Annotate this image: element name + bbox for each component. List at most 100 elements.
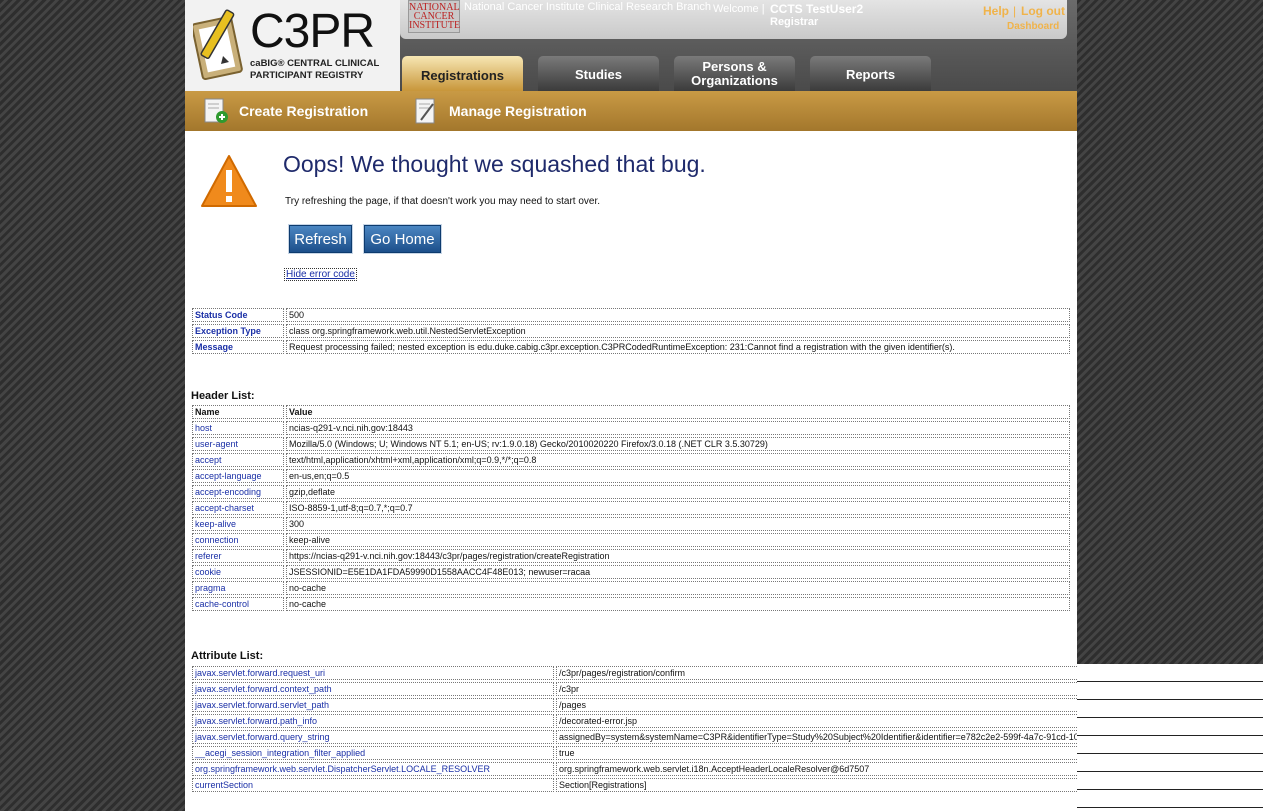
header-value: JSESSIONID=E5E1DA1FDA59990D1558AACC4F48E… [286, 565, 1070, 579]
header-list-title: Header List: [191, 390, 255, 402]
link-separator: | [1013, 4, 1017, 18]
tab-label: Registrations [420, 68, 505, 83]
tab-label-line2: Organizations [691, 73, 778, 88]
go-home-button[interactable]: Go Home [364, 225, 441, 253]
error-description: Try refreshing the page, if that doesn't… [285, 196, 601, 207]
app-window: C3PR caBIG® CENTRAL CLINICAL PARTICIPANT… [185, 0, 1261, 811]
status-code-label: Status Code [192, 308, 284, 322]
tab-reports[interactable]: Reports [810, 56, 931, 91]
name-column-header: Name [192, 405, 284, 419]
tab-registrations[interactable]: Registrations [402, 56, 523, 91]
header-name: pragma [192, 581, 284, 595]
header-value: https://ncias-q291-v.nci.nih.gov:18443/c… [286, 549, 1070, 563]
header-value: Mozilla/5.0 (Windows; U; Windows NT 5.1;… [286, 437, 1070, 451]
table-row: pragma no-cache [192, 581, 1070, 595]
exception-type-label: Exception Type [192, 324, 284, 338]
info-bar: NATIONAL CANCER INSTITUTE National Cance… [400, 0, 1067, 39]
message-value: Request processing failed; nested except… [286, 340, 1070, 354]
header-name: cookie [192, 565, 284, 579]
table-row: accept-language en-us,en;q=0.5 [192, 469, 1070, 483]
error-title: Oops! We thought we squashed that bug. [283, 151, 706, 177]
logo-title: C3PR [250, 5, 375, 58]
table-row: cookie JSESSIONID=E5E1DA1FDA59990D1558AAC… [192, 565, 1070, 579]
create-registration-link[interactable]: Create Registration [203, 91, 368, 131]
header-value: 300 [286, 517, 1070, 531]
header-value: ISO-8859-1,utf-8;q=0.7,*;q=0.7 [286, 501, 1070, 515]
manage-registration-link[interactable]: Manage Registration [413, 91, 587, 131]
header-value: keep-alive [286, 533, 1070, 547]
top-header: C3PR caBIG® CENTRAL CLINICAL PARTICIPANT… [185, 0, 1077, 91]
header-value: no-cache [286, 581, 1070, 595]
table-row: cache-control no-cache [192, 597, 1070, 611]
attribute-list-title: Attribute List: [191, 650, 264, 662]
manage-registration-label: Manage Registration [449, 103, 587, 119]
table-row: Message Request processing failed; neste… [192, 340, 1070, 354]
header-name: cache-control [192, 597, 284, 611]
header-value: en-us,en;q=0.5 [286, 469, 1070, 483]
header-value: gzip,deflate [286, 485, 1070, 499]
attribute-name: currentSection [192, 778, 554, 792]
logo-subtitle-line1: caBIG® CENTRAL CLINICAL [250, 58, 380, 69]
table-row: keep-alive 300 [192, 517, 1070, 531]
dashboard-link[interactable]: Dashboard [1007, 21, 1059, 32]
header-name: host [192, 421, 284, 435]
hide-error-code-link[interactable]: Hide error code [284, 268, 357, 281]
header-name: accept [192, 453, 284, 467]
warning-icon [201, 155, 257, 207]
table-header-row: Name Value [192, 405, 1070, 419]
error-details-table: Status Code 500 Exception Type class org… [190, 306, 1072, 356]
attribute-name: javax.servlet.forward.path_info [192, 714, 554, 728]
attribute-name: javax.servlet.forward.query_string [192, 730, 554, 744]
table-row: accept text/html,application/xhtml+xml,ap… [192, 453, 1070, 467]
attribute-name: javax.servlet.forward.context_path [192, 682, 554, 696]
table-row: user-agent Mozilla/5.0 (Windows; U; Windo… [192, 437, 1070, 451]
help-link[interactable]: Help [983, 4, 1009, 18]
table-overflow-strip [1077, 664, 1263, 811]
user-role: Registrar [770, 16, 819, 28]
user-name: CCTS TestUser2 [770, 2, 864, 16]
welcome-label: Welcome | [713, 3, 765, 15]
header-name: connection [192, 533, 284, 547]
sub-navigation: Create Registration Manage Registration [185, 91, 1077, 131]
tab-label: Reports [845, 67, 896, 82]
refresh-button[interactable]: Refresh [289, 225, 352, 253]
header-name: accept-charset [192, 501, 284, 515]
header-value: ncias-q291-v.nci.nih.gov:18443 [286, 421, 1070, 435]
nci-logo[interactable]: NATIONAL CANCER INSTITUTE [408, 0, 460, 33]
table-row: Exception Type class org.springframework… [192, 324, 1070, 338]
header-value: no-cache [286, 597, 1070, 611]
table-row: host ncias-q291-v.nci.nih.gov:18443 [192, 421, 1070, 435]
status-code-value: 500 [286, 308, 1070, 322]
tab-label: Studies [575, 67, 622, 82]
clipboard-pen-icon [193, 9, 243, 80]
add-document-icon [204, 98, 228, 123]
header-name: accept-language [192, 469, 284, 483]
message-label: Message [192, 340, 284, 354]
nci-branch-label: National Cancer Institute Clinical Resea… [464, 1, 712, 13]
table-row: referer https://ncias-q291-v.nci.nih.gov:… [192, 549, 1070, 563]
c3pr-logo[interactable]: C3PR caBIG® CENTRAL CLINICAL PARTICIPANT… [185, 0, 400, 91]
tab-label-line1: Persons & [702, 59, 767, 74]
header-value: text/html,application/xhtml+xml,applicat… [286, 453, 1070, 467]
table-row: accept-encoding gzip,deflate [192, 485, 1070, 499]
create-registration-label: Create Registration [239, 103, 369, 119]
attribute-name: javax.servlet.forward.servlet_path [192, 698, 554, 712]
table-row: Status Code 500 [192, 308, 1070, 322]
exception-type-value: class org.springframework.web.util.Neste… [286, 324, 1070, 338]
header-name: accept-encoding [192, 485, 284, 499]
header-name: referer [192, 549, 284, 563]
tab-studies[interactable]: Studies [538, 56, 659, 91]
logout-link[interactable]: Log out [1021, 4, 1065, 18]
attribute-name: javax.servlet.forward.request_uri [192, 666, 554, 680]
header-name: user-agent [192, 437, 284, 451]
table-row: connection keep-alive [192, 533, 1070, 547]
attribute-name: org.springframework.web.servlet.Dispatch… [192, 762, 554, 776]
table-row: accept-charset ISO-8859-1,utf-8;q=0.7,*;q… [192, 501, 1070, 515]
logo-subtitle-line2: PARTICIPANT REGISTRY [250, 70, 364, 81]
header-name: keep-alive [192, 517, 284, 531]
tab-persons-organizations[interactable]: Persons & Organizations [674, 56, 795, 91]
edit-document-icon [415, 98, 435, 124]
header-list-table: Name Value host ncias-q291-v.nci.nih.gov:… [190, 403, 1072, 613]
attribute-name: __acegi_session_integration_filter_appli… [192, 746, 554, 760]
value-column-header: Value [286, 405, 1070, 419]
